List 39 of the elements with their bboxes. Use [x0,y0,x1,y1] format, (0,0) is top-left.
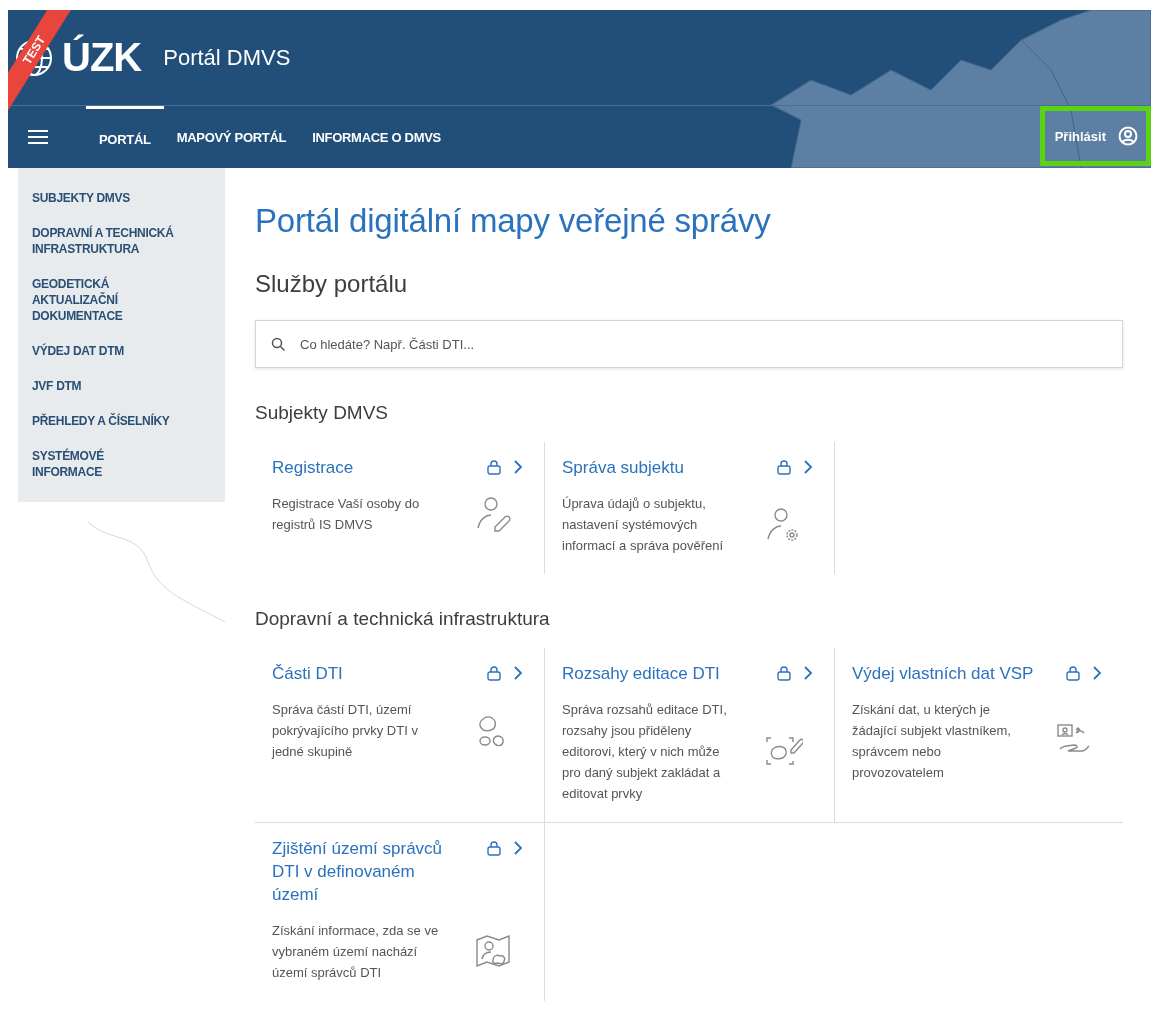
chevron-right-icon[interactable] [1092,665,1102,681]
section-heading: Subjekty DMVS [255,402,390,424]
card-title-link[interactable]: Zjištění území správců DTI v definovaném území [272,837,457,906]
chevron-right-icon[interactable] [803,459,813,475]
card-title-link[interactable]: Výdej vlastních dat VSP [852,662,1037,685]
search-icon [271,337,285,351]
card-title-link[interactable]: Správa subjektu [562,456,747,479]
user-icon [1118,126,1138,146]
sidebar-link[interactable]: JVF DTM [32,378,175,394]
services-heading: Služby portálu [255,270,409,298]
card-description: Správa částí DTI, území pokrývajícího prvky DTI v jedné skupině [272,701,419,761]
search-field[interactable]: Co hledáte? Např. Části DTI... [255,320,1123,368]
page-title: Portál digitální mapy veřejné správy [255,202,772,240]
chevron-right-icon[interactable] [513,840,523,856]
nav-tab[interactable]: PORTÁL [86,106,164,168]
chevron-right-icon[interactable] [803,665,813,681]
sidebar-link[interactable]: VÝDEJ DAT DTM [32,343,175,359]
sidebar-link[interactable]: SUBJEKTY DMVS [32,190,175,206]
card-description: Získání informace, zda se ve vybraném území nachází území správců DTI [272,922,440,982]
card-title-link[interactable]: Části DTI [272,662,457,685]
nav-tab[interactable]: MAPOVÝ PORTÁL [163,106,300,168]
app-title: Portál DMVS [163,44,291,71]
login-button[interactable]: Přihlásit [1039,106,1151,166]
logo-text: ÚZK [62,35,142,80]
menu-icon[interactable] [28,129,48,145]
card-title-link[interactable]: Registrace [272,456,457,479]
chevron-right-icon[interactable] [513,665,523,681]
chevron-right-icon[interactable] [513,459,523,475]
card-description: Získání dat, u kterých je žádající subjekt vlastníkem, správcem nebo provozovatelem [852,701,1012,782]
sidebar-link[interactable]: PŘEHLEDY A ČÍSELNÍKY [32,413,175,429]
sidebar-link[interactable]: GEODETICKÁ AKTUALIZAČNÍ DOKUMENTACE [32,276,175,324]
sidebar-link[interactable]: DOPRAVNÍ A TECHNICKÁ INFRASTRUKTURA [32,225,175,257]
section-heading: Dopravní a technická infrastruktura [255,608,551,630]
nav-tab[interactable]: INFORMACE O DMVS [299,106,454,168]
card-title-link[interactable]: Rozsahy editace DTI [562,662,747,685]
card-description: Úprava údajů o subjektu, nastavení systémových informací a správa pověření [562,495,725,555]
sidebar-link[interactable]: SYSTÉMOVÉ INFORMACE [32,448,175,480]
card-description: Správa rozsahů editace DTI, rozsahy jsou přiděleny editorovi, který v nich může pro daný subjekt zakládat a editovat prvky [562,701,728,803]
card-description: Registrace Vaší osoby do registrů IS DMVS [272,495,421,534]
